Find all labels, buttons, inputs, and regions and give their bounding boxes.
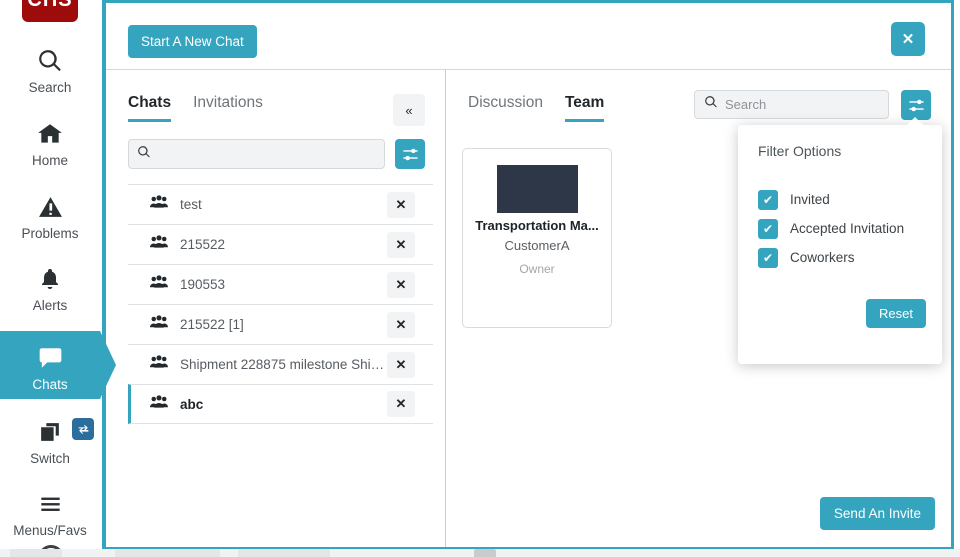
search-icon	[37, 44, 63, 78]
swap-arrows-icon[interactable]	[72, 418, 94, 440]
rail-item-problems[interactable]: Problems	[0, 190, 100, 241]
chat-list-item[interactable]: 190553 ✕	[128, 264, 433, 304]
rail-label-menus-favs: Menus/Favs	[13, 523, 87, 538]
warning-icon	[37, 190, 64, 224]
group-icon	[150, 395, 168, 414]
group-icon	[150, 195, 168, 214]
start-new-chat-button[interactable]: Start A New Chat	[128, 25, 257, 58]
chat-name: abc	[180, 397, 387, 412]
rail-label-problems: Problems	[21, 226, 78, 241]
chat-list-pane: Chats Invitations «	[106, 69, 446, 547]
filter-option-label: Coworkers	[790, 250, 855, 265]
remove-chat-button[interactable]: ✕	[387, 192, 415, 218]
taskbar-item[interactable]	[115, 549, 220, 557]
member-organization: CustomerA	[504, 238, 569, 253]
group-icon	[150, 355, 168, 374]
chat-list-item[interactable]: 215522 ✕	[128, 224, 433, 264]
chat-icon	[36, 341, 65, 375]
filter-option-coworkers[interactable]: ✔ Coworkers	[758, 243, 942, 272]
remove-chat-button[interactable]: ✕	[387, 312, 415, 338]
filter-option-invited[interactable]: ✔ Invited	[758, 185, 942, 214]
filter-options-title: Filter Options	[738, 125, 942, 159]
filter-options-list: ✔ Invited ✔ Accepted Invitation ✔ Cowork…	[738, 185, 942, 272]
rail-item-home[interactable]: Home	[0, 117, 100, 168]
team-search-input[interactable]	[725, 97, 901, 112]
team-search-box[interactable]	[694, 90, 889, 119]
chat-name: 215522	[180, 237, 387, 252]
chat-name: Shipment 228875 milestone Shipm…	[180, 357, 387, 372]
close-button[interactable]: ✕	[891, 22, 925, 56]
checkbox-checked-icon[interactable]: ✔	[758, 219, 778, 239]
taskbar-item[interactable]	[10, 549, 62, 557]
rail-item-menus-favs[interactable]: Menus/Favs	[0, 487, 100, 538]
collapse-panel-button[interactable]: «	[393, 94, 425, 126]
chat-name: test	[180, 197, 387, 212]
reset-filters-button[interactable]: Reset	[866, 299, 926, 328]
avatar	[497, 165, 578, 213]
group-icon	[150, 235, 168, 254]
chat-search-row	[106, 122, 445, 169]
taskbar-item[interactable]	[474, 549, 496, 557]
chat-search-input[interactable]	[157, 147, 376, 162]
rail-item-alerts[interactable]: Alerts	[0, 262, 100, 313]
bell-icon	[38, 262, 62, 296]
group-icon	[150, 315, 168, 334]
remove-chat-button[interactable]: ✕	[387, 232, 415, 258]
window-header: Start A New Chat ✕	[106, 3, 951, 69]
team-filter-button[interactable]	[901, 90, 931, 120]
team-member-card[interactable]: Transportation Ma... CustomerA Owner	[462, 148, 612, 328]
rail-label-switch: Switch	[30, 451, 70, 466]
filter-option-accepted-invitation[interactable]: ✔ Accepted Invitation	[758, 214, 942, 243]
tab-chats[interactable]: Chats	[128, 94, 171, 122]
tab-invitations[interactable]: Invitations	[193, 94, 263, 122]
chat-list: test ✕ 215522 ✕ 190553 ✕	[106, 184, 445, 424]
search-icon	[704, 95, 718, 114]
tab-team[interactable]: Team	[565, 94, 604, 122]
rail-label-chats: Chats	[32, 377, 67, 392]
window-body: Chats Invitations «	[106, 69, 951, 547]
rail-label-alerts: Alerts	[33, 298, 68, 313]
send-invite-button[interactable]: Send An Invite	[820, 497, 935, 530]
checkbox-checked-icon[interactable]: ✔	[758, 190, 778, 210]
hamburger-icon	[37, 487, 64, 521]
remove-chat-button[interactable]: ✕	[387, 352, 415, 378]
filter-option-label: Invited	[790, 192, 830, 207]
app-root: CHS Search Home Problems	[0, 0, 960, 557]
chat-list-item[interactable]: 215522 [1] ✕	[128, 304, 433, 344]
chat-search-box[interactable]	[128, 139, 385, 169]
group-icon	[150, 275, 168, 294]
remove-chat-button[interactable]: ✕	[387, 391, 415, 417]
app-logo: CHS	[22, 0, 78, 22]
chat-name: 190553	[180, 277, 387, 292]
conversation-pane: Discussion Team	[446, 69, 951, 547]
chats-window: Start A New Chat ✕ Chats Invitations «	[102, 0, 954, 551]
tab-discussion[interactable]: Discussion	[468, 94, 543, 122]
os-taskbar	[0, 549, 960, 557]
rail-item-search[interactable]: Search	[0, 44, 100, 95]
windows-icon	[37, 415, 64, 449]
filter-option-label: Accepted Invitation	[790, 221, 904, 236]
member-name: Transportation Ma...	[475, 218, 599, 233]
checkbox-checked-icon[interactable]: ✔	[758, 248, 778, 268]
chat-filter-button[interactable]	[395, 139, 425, 169]
chat-list-item[interactable]: Shipment 228875 milestone Shipm… ✕	[128, 344, 433, 384]
member-role: Owner	[519, 262, 554, 276]
chat-list-item[interactable]: test ✕	[128, 184, 433, 224]
filter-options-popover: Filter Options ✔ Invited ✔ Accepted Invi…	[738, 125, 942, 364]
rail-item-chats[interactable]: Chats	[0, 341, 100, 392]
home-icon	[36, 117, 64, 151]
left-nav-rail: CHS Search Home Problems	[0, 0, 100, 557]
rail-label-search: Search	[29, 80, 72, 95]
remove-chat-button[interactable]: ✕	[387, 272, 415, 298]
rail-label-home: Home	[32, 153, 68, 168]
chat-name: 215522 [1]	[180, 317, 387, 332]
taskbar-item[interactable]	[238, 549, 330, 557]
chat-list-item-selected[interactable]: abc ✕	[128, 384, 433, 424]
search-icon	[137, 145, 151, 164]
